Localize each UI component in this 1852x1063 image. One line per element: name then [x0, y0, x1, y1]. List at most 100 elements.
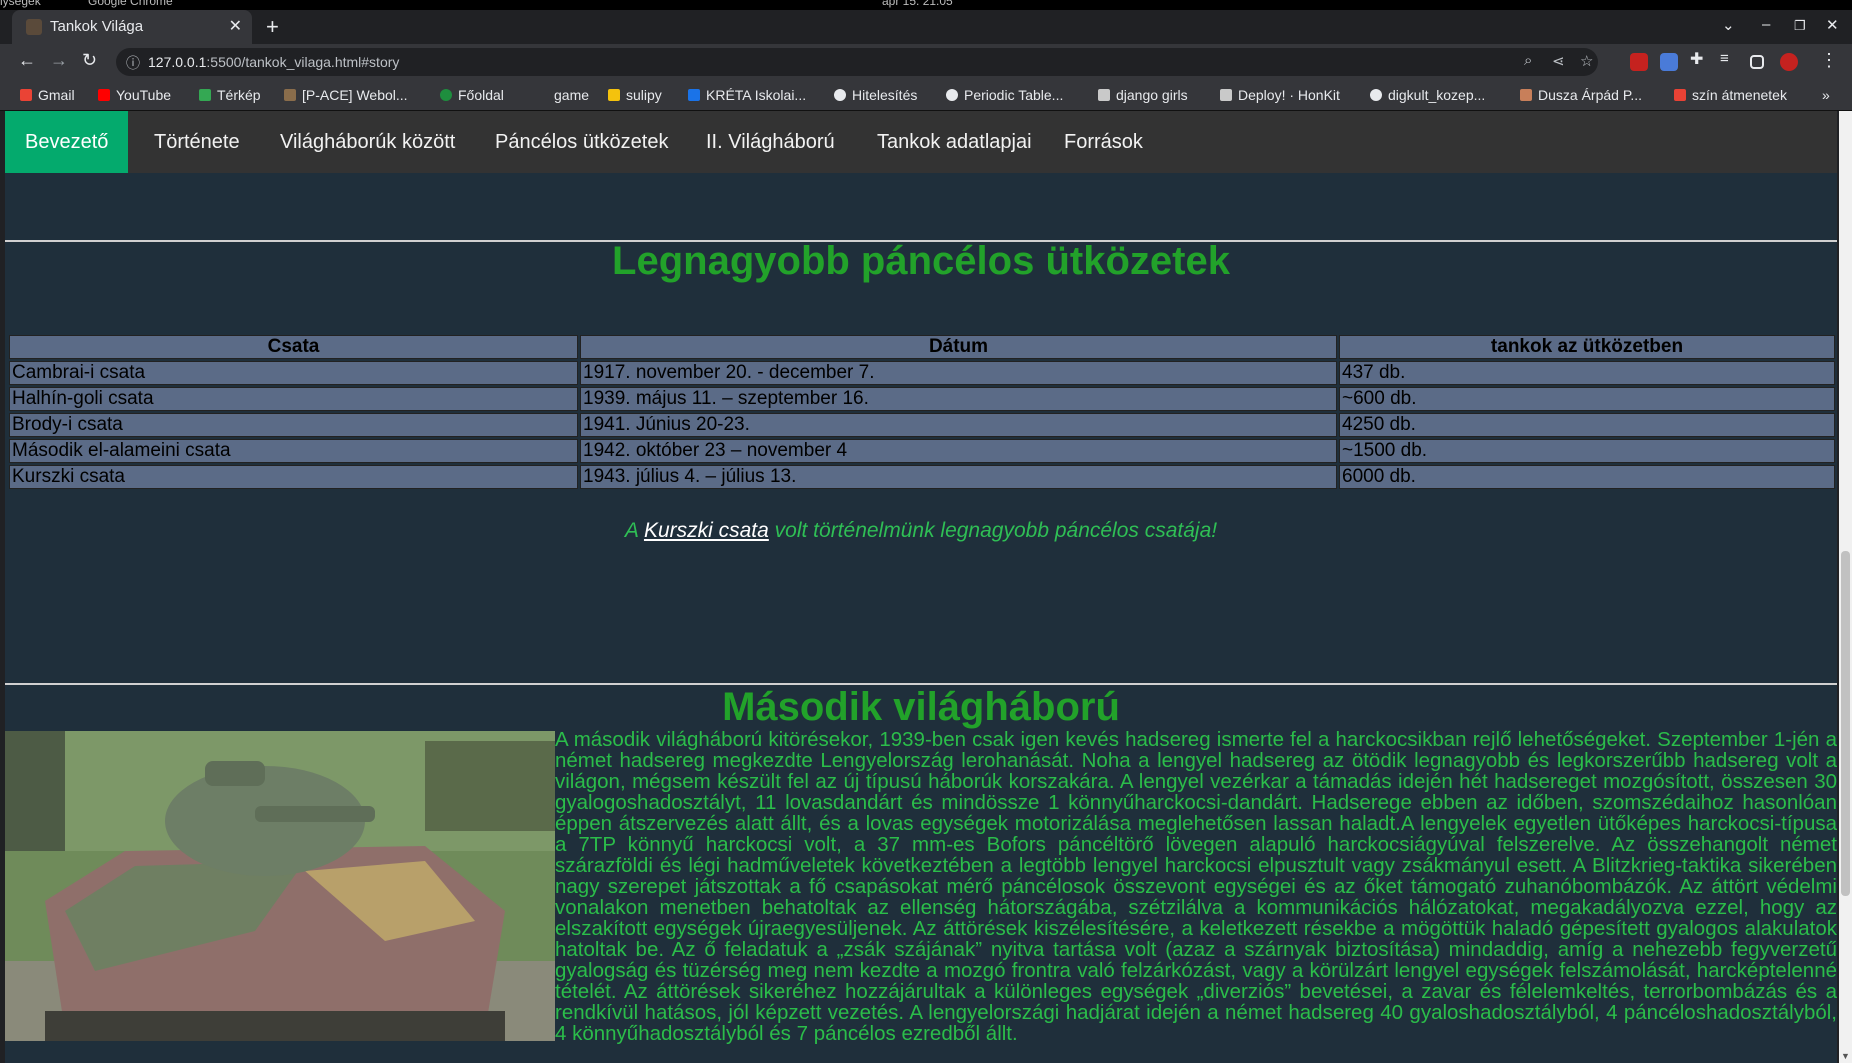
translate-extension-icon[interactable] — [1660, 53, 1678, 71]
cell-tank-count: ~1500 db. — [1339, 439, 1835, 463]
scrollbar-thumb[interactable] — [1841, 551, 1850, 896]
tab-tankok-vilaga[interactable]: Tankok Világa ✕ — [12, 10, 252, 44]
largest-battle-note: A Kurszki csata volt történelmünk legnag… — [624, 519, 1218, 542]
table-row: Brody-i csata 1941. Június 20-23. 4250 d… — [9, 413, 1835, 437]
bookmark-game[interactable]: game — [536, 87, 589, 103]
reload-icon[interactable]: ↻ — [82, 50, 97, 71]
column-header-tankok: tankok az ütközetben — [1339, 335, 1835, 359]
kreta-icon — [688, 89, 700, 101]
color-gradient-icon — [1674, 89, 1686, 101]
back-icon[interactable]: ← — [18, 50, 36, 71]
column-header-csata: Csata — [9, 335, 578, 359]
nav-tortenete[interactable]: Története — [134, 111, 260, 173]
new-tab-icon[interactable]: + — [266, 14, 279, 40]
column-header-datum: Dátum — [580, 335, 1337, 359]
battles-table: Csata Dátum tankok az ütközetben Cambrai… — [7, 333, 1837, 491]
url-path: :5500/tankok_vilaga.html#story — [206, 54, 400, 70]
bookmark-gmail[interactable]: Gmail — [20, 87, 75, 103]
os-activities[interactable]: lysegek — [0, 0, 41, 8]
panther-tank-photo — [5, 731, 555, 1041]
site-navbar: Bevezető Története Világháborúk között P… — [5, 111, 1837, 173]
cell-tank-count: 4250 db. — [1339, 413, 1835, 437]
os-clock[interactable]: ápr 15. 21:05 — [882, 0, 953, 8]
url-host: 127.0.0.1 — [148, 54, 207, 70]
gmail-icon — [20, 89, 32, 101]
bookmark-fooldal[interactable]: Főoldal — [440, 87, 504, 103]
globe-icon — [834, 89, 846, 101]
side-panel-icon[interactable] — [1750, 55, 1764, 69]
bookmark-django-girls[interactable]: django girls — [1098, 87, 1188, 103]
profile-avatar[interactable] — [1780, 53, 1798, 71]
kurszki-csata-link[interactable]: Kurszki csata — [644, 519, 769, 542]
nav-forrasok[interactable]: Források — [1044, 111, 1163, 173]
nav-bevezeto[interactable]: Bevezető — [5, 111, 129, 173]
bookmark-periodic-table[interactable]: Periodic Table... — [946, 87, 1063, 103]
site-info-icon[interactable]: ⓘ — [126, 53, 140, 73]
nav-pancelos-utkozetek[interactable]: Páncélos ütközetek — [475, 111, 688, 173]
bookmark-hitelesites[interactable]: Hitelesítés — [834, 87, 917, 103]
close-window-icon[interactable]: ✕ — [1826, 16, 1839, 34]
table-row: Halhín-goli csata 1939. május 11. – szep… — [9, 387, 1835, 411]
table-row: Második el-alameini csata 1942. október … — [9, 439, 1835, 463]
bookmark-sulipy[interactable]: sulipy — [608, 87, 662, 103]
scroll-down-arrow-icon[interactable]: ▼ — [1841, 1051, 1850, 1061]
bookmark-youtube[interactable]: YouTube — [98, 87, 171, 103]
youtube-icon — [98, 89, 110, 101]
bookmarks-overflow-icon[interactable]: » — [1822, 87, 1830, 103]
reading-list-icon[interactable]: ≡ — [1720, 50, 1738, 68]
github-icon — [946, 89, 958, 101]
tab-bar: Tankok Világa ✕ + ⌄ – ❐ ✕ — [0, 10, 1852, 44]
nav-vilaghaboruk-kozott[interactable]: Világháborúk között — [260, 111, 475, 173]
tab-title: Tankok Világa — [50, 18, 144, 35]
cell-battle-date: 1939. május 11. – szeptember 16. — [580, 387, 1337, 411]
share-icon[interactable]: ⋖ — [1552, 52, 1565, 70]
bookmarks-bar: Gmail YouTube Térkép [P-ACE] Webol... Fő… — [0, 80, 1852, 111]
url-text[interactable]: 127.0.0.1:5500/tankok_vilaga.html#story — [148, 54, 399, 70]
os-top-bar: lysegek Google Chrome ápr 15. 21:05 — [0, 0, 1852, 10]
bookmark-deploy-honkit[interactable]: Deploy! · HonKit — [1220, 87, 1340, 103]
bookmark-kreta[interactable]: KRÉTA Iskolai... — [688, 87, 806, 103]
browser-toolbar: ← → ↻ ⓘ 127.0.0.1:5500/tankok_vilaga.htm… — [0, 44, 1852, 80]
bookmark-p-ace[interactable]: [P-ACE] Webol... — [284, 87, 408, 103]
dusza-icon — [1520, 89, 1532, 101]
cell-battle-name: Második el-alameini csata — [9, 439, 578, 463]
cell-battle-name: Kurszki csata — [9, 465, 578, 489]
panther-tank-illustration — [5, 731, 555, 1041]
page-scrollbar[interactable]: ▼ — [1839, 111, 1852, 1063]
bookmark-terkep[interactable]: Térkép — [199, 87, 261, 103]
page-viewport: Bevezető Története Világháborúk között P… — [5, 111, 1837, 1063]
python-icon — [608, 89, 620, 101]
book-icon — [1098, 89, 1110, 101]
ublock-extension-icon[interactable] — [1630, 53, 1648, 71]
table-row: Kurszki csata 1943. július 4. – július 1… — [9, 465, 1835, 489]
cell-tank-count: 437 db. — [1339, 361, 1835, 385]
bookmark-dusza-arpad[interactable]: Dusza Árpád P... — [1520, 87, 1642, 103]
ww2-paragraph: A második világháború kitörésekor, 1939-… — [555, 728, 1837, 1045]
cell-battle-date: 1941. Június 20-23. — [580, 413, 1337, 437]
cell-battle-date: 1942. október 23 – november 4 — [580, 439, 1337, 463]
nav-tankok-adatlapjai[interactable]: Tankok adatlapjai — [857, 111, 1052, 173]
cell-battle-date: 1943. július 4. – július 13. — [580, 465, 1337, 489]
maps-icon — [199, 89, 211, 101]
minimize-icon[interactable]: – — [1762, 16, 1770, 33]
bookmark-star-icon[interactable]: ☆ — [1580, 52, 1593, 70]
address-bar[interactable]: ⓘ 127.0.0.1:5500/tankok_vilaga.html#stor… — [116, 48, 1598, 76]
bookmark-szin-atmenetek[interactable]: szín átmenetek — [1674, 87, 1787, 103]
battles-heading: Legnagyobb páncélos ütközetek — [612, 239, 1230, 283]
ww2-heading: Második világháború — [722, 685, 1120, 729]
table-row: Cambrai-i csata 1917. november 20. - dec… — [9, 361, 1835, 385]
cell-tank-count: 6000 db. — [1339, 465, 1835, 489]
tab-search-chevron-icon[interactable]: ⌄ — [1722, 16, 1735, 34]
globe-icon — [1370, 89, 1382, 101]
cell-battle-name: Halhín-goli csata — [9, 387, 578, 411]
restore-icon[interactable]: ❐ — [1794, 18, 1806, 34]
cell-battle-name: Cambrai-i csata — [9, 361, 578, 385]
nav-ii-vilaghaboru[interactable]: II. Világháború — [686, 111, 855, 173]
fooldal-icon — [440, 89, 452, 101]
menu-kebab-icon[interactable]: ⋮ — [1820, 50, 1838, 71]
bookmark-digkult[interactable]: digkult_kozep... — [1370, 87, 1485, 103]
tab-close-icon[interactable]: ✕ — [229, 16, 242, 36]
zoom-icon[interactable]: ⌕ — [1524, 52, 1532, 69]
forward-icon[interactable]: → — [50, 50, 68, 71]
extensions-puzzle-icon[interactable]: ✚ — [1690, 49, 1708, 68]
